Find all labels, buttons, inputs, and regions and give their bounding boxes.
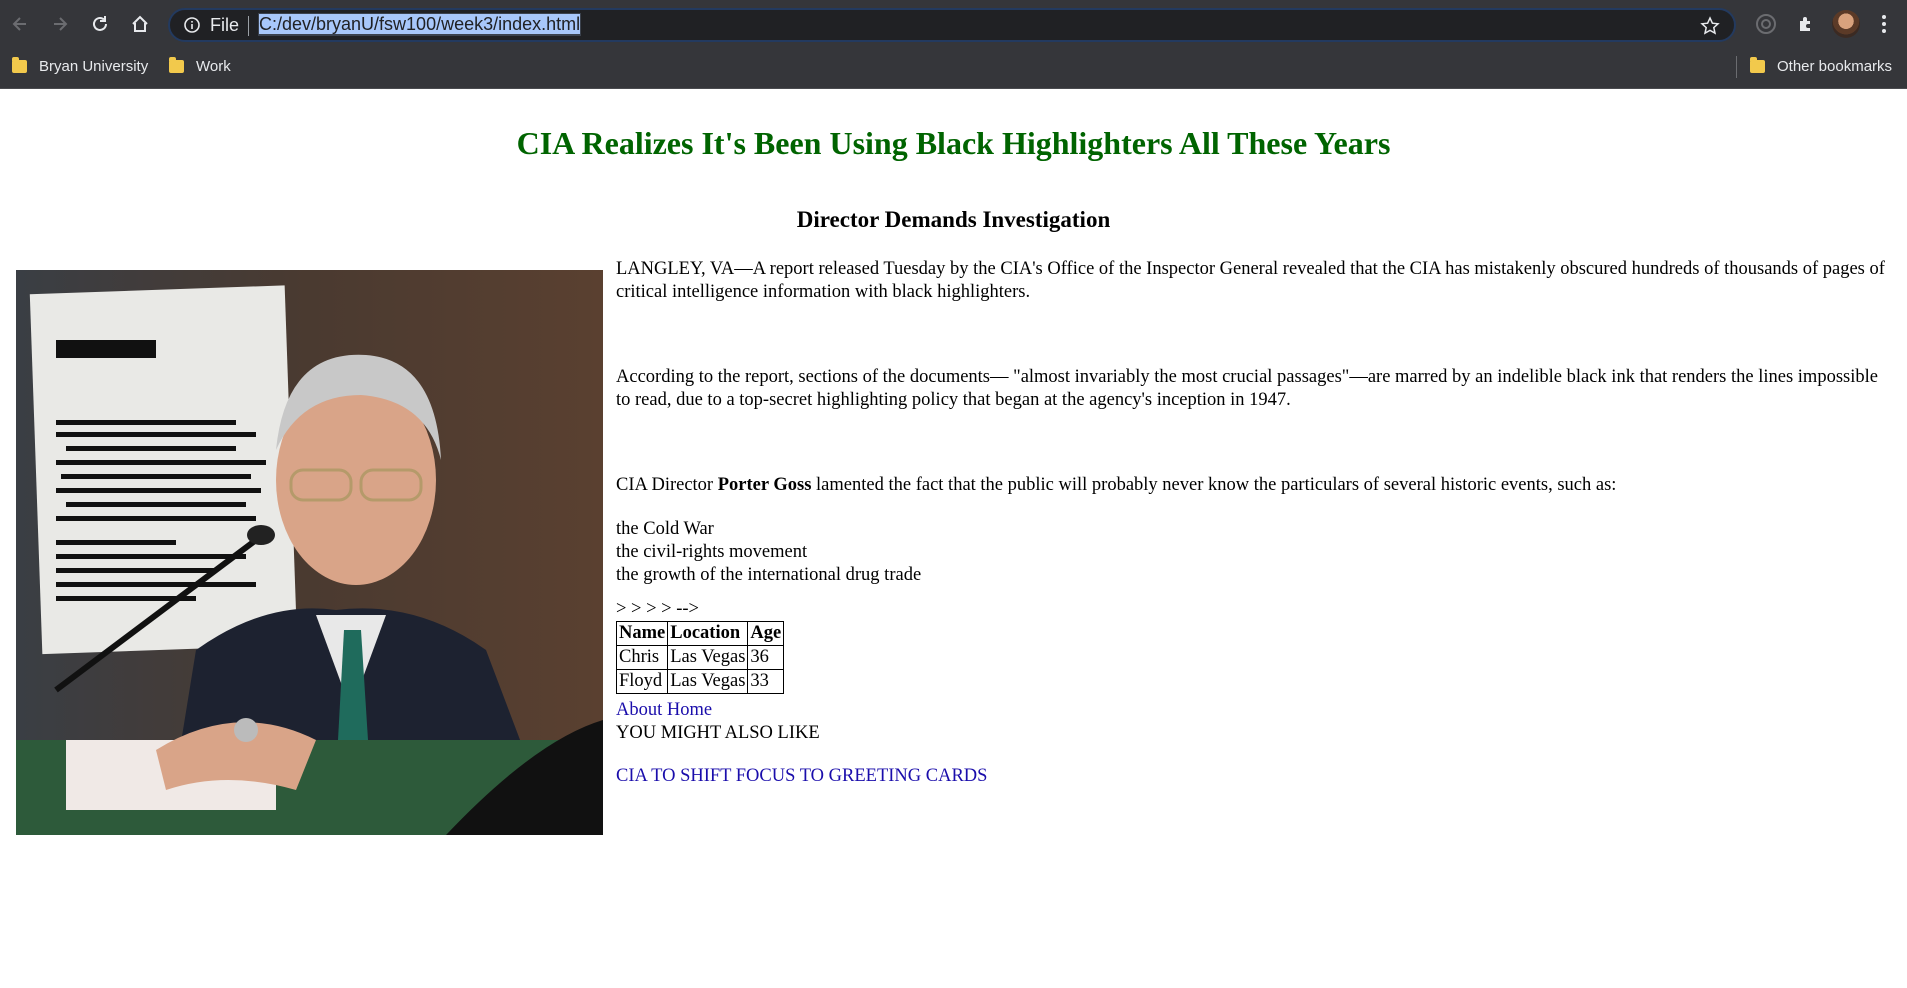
list-item: the civil-rights movement — [616, 542, 808, 562]
table-cell: Las Vegas — [667, 669, 749, 694]
back-button[interactable] — [4, 8, 36, 40]
table-cell: Las Vegas — [667, 645, 749, 670]
reload-button[interactable] — [84, 8, 116, 40]
star-icon[interactable] — [1700, 16, 1720, 36]
forward-button[interactable] — [44, 8, 76, 40]
reload-icon — [93, 16, 107, 31]
table-row: Chris Las Vegas 36 — [615, 645, 785, 670]
divider — [1736, 56, 1737, 78]
related-article: CIA TO SHIFT FOCUS TO GREETING CARDS — [616, 765, 987, 788]
folder-icon — [12, 57, 27, 73]
browser-toolbar: File C:/dev/bryanU/fsw100/week3/index.ht… — [0, 0, 1907, 48]
table-row: Floyd Las Vegas 33 — [615, 669, 785, 694]
menu-button[interactable] — [1870, 10, 1898, 38]
bookmark-label: Bryan University — [39, 58, 149, 75]
bookmark-bryan-university[interactable]: Bryan University — [12, 57, 149, 75]
extension-icon[interactable] — [1752, 10, 1780, 38]
puzzle-icon — [1800, 17, 1810, 31]
column-header: Age — [747, 621, 785, 646]
nav-links: About Home — [616, 699, 712, 722]
bookmark-work[interactable]: Work — [169, 57, 231, 75]
web-page: CIA Realizes It's Been Using Black Highl… — [0, 89, 1907, 988]
more-vert-icon — [1882, 15, 1886, 33]
arrow-left-icon — [12, 17, 26, 31]
article-headline: CIA Realizes It's Been Using Black Highl… — [516, 125, 1391, 161]
folder-icon — [1750, 57, 1765, 73]
people-table: Name Location Age Chris Las Vegas 36 Flo… — [615, 621, 785, 694]
address-bar[interactable]: File C:/dev/bryanU/fsw100/week3/index.ht… — [168, 8, 1736, 42]
paragraph: According to the report, sections of the… — [616, 367, 1878, 410]
related-article-link[interactable]: CIA TO SHIFT FOCUS TO GREETING CARDS — [616, 766, 987, 786]
paragraph: LANGLEY, VA—A report released Tuesday by… — [616, 259, 1885, 302]
director-name: Porter Goss — [717, 475, 812, 495]
list-item: the growth of the international drug tra… — [616, 565, 922, 585]
bookmark-label: Work — [196, 58, 231, 75]
home-icon — [132, 15, 148, 32]
column-header: Location — [667, 621, 749, 646]
info-icon[interactable] — [183, 16, 201, 34]
about-link[interactable]: About — [616, 700, 662, 720]
director-photo-illustration — [16, 270, 603, 835]
url-text[interactable]: C:/dev/bryanU/fsw100/week3/index.html — [258, 13, 582, 36]
url-scheme: File — [210, 15, 240, 35]
text: lamented the fact that the public will p… — [811, 475, 1617, 495]
article-photo — [16, 270, 603, 835]
headphones-icon — [1756, 14, 1776, 34]
table-cell: Floyd — [615, 669, 669, 694]
also-like-heading: YOU MIGHT ALSO LIKE — [616, 723, 820, 743]
table-cell: Chris — [615, 645, 669, 670]
url-selection[interactable]: C:/dev/bryanU/fsw100/week3/index.html — [259, 14, 581, 34]
other-bookmarks[interactable]: Other bookmarks — [1750, 57, 1893, 75]
text: CIA Director — [616, 475, 718, 495]
avatar[interactable] — [1832, 10, 1860, 38]
folder-icon — [169, 57, 184, 73]
stray-comment-text: > > > > --> — [616, 599, 699, 619]
other-bookmarks-label: Other bookmarks — [1777, 58, 1893, 75]
article-subheadline: Director Demands Investigation — [796, 207, 1111, 232]
table-header-row: Name Location Age — [615, 621, 785, 646]
paragraph: CIA Director Porter Goss lamented the fa… — [616, 474, 1616, 497]
divider — [248, 16, 249, 36]
column-header: Name — [615, 621, 669, 646]
table-cell: 36 — [747, 645, 785, 670]
bookmarks-bar: Bryan University Work Other bookmarks — [0, 48, 1907, 89]
home-link[interactable]: Home — [667, 700, 712, 720]
events-list: the Cold War the civil-rights movement t… — [616, 518, 921, 587]
arrow-right-icon — [54, 17, 68, 31]
home-button[interactable] — [124, 8, 156, 40]
list-item: the Cold War — [616, 519, 714, 539]
table-cell: 33 — [747, 669, 785, 694]
extensions-button[interactable] — [1792, 10, 1820, 38]
